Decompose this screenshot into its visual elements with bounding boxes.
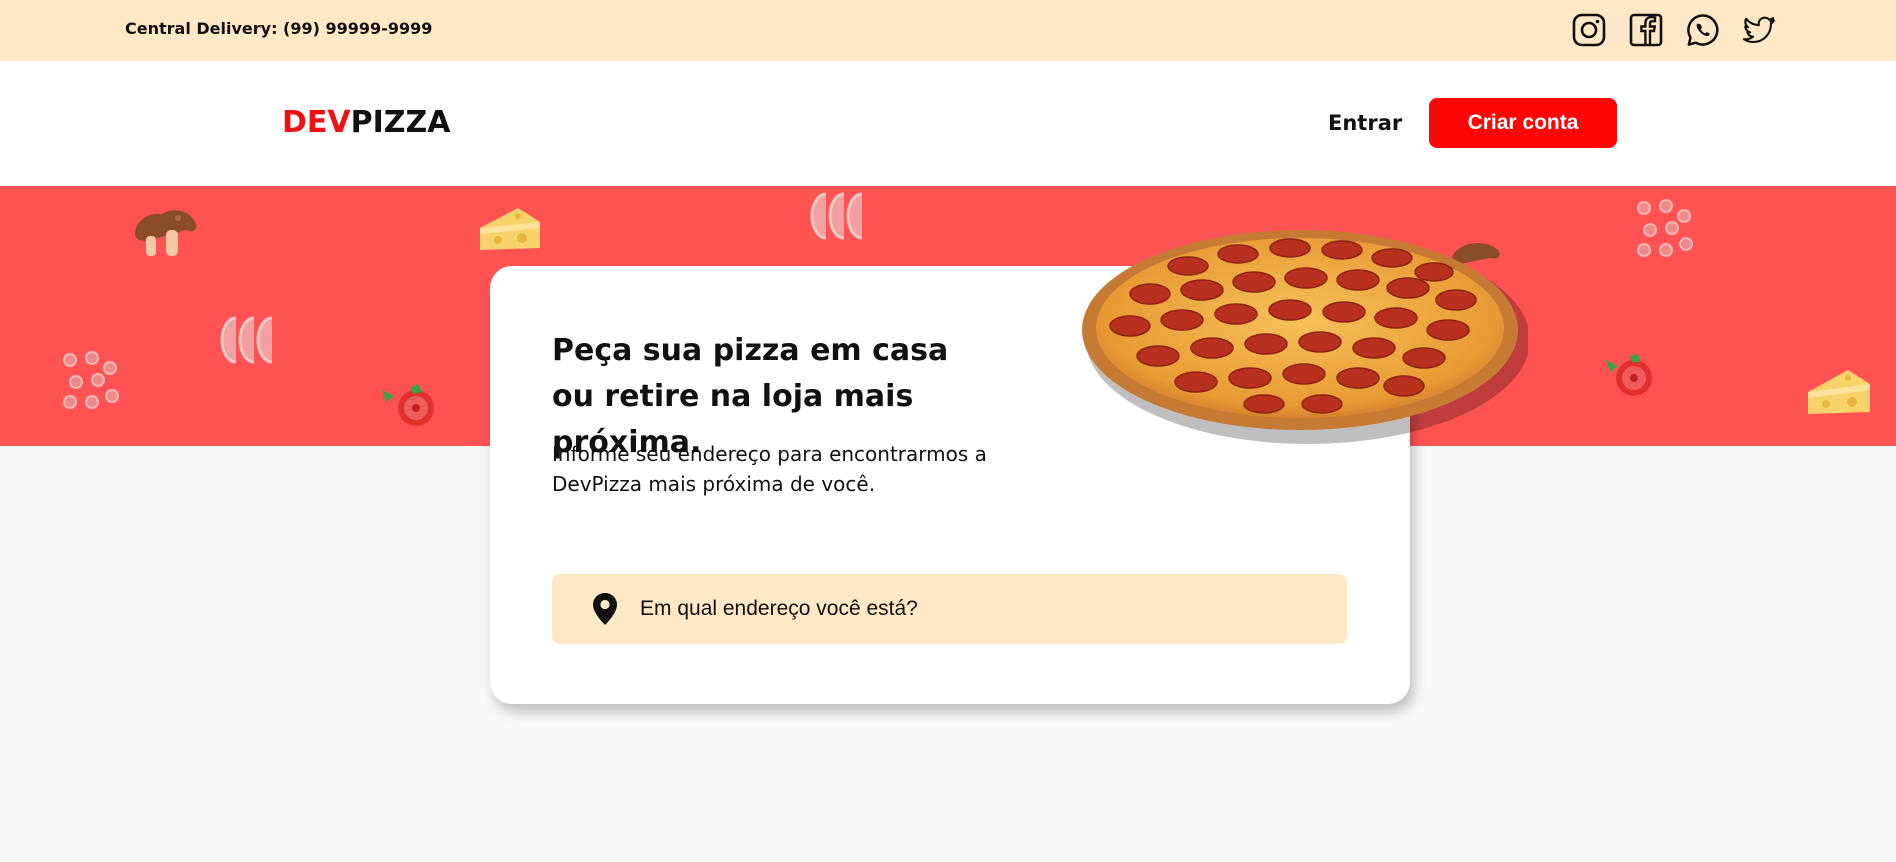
twitter-icon[interactable]: [1741, 12, 1777, 48]
delivery-phone: Central Delivery: (99) 99999-9999: [125, 19, 433, 38]
main-header: DEVPIZZA Entrar Criar conta: [0, 61, 1896, 186]
tomato-icon: [382, 384, 434, 426]
top-bar: Central Delivery: (99) 99999-9999: [0, 0, 1896, 61]
logo-pizza: PIZZA: [350, 105, 451, 140]
location-pin-icon: [593, 593, 617, 625]
cheese-icon: [480, 208, 540, 250]
pizza-image: [1082, 230, 1528, 444]
whatsapp-icon[interactable]: [1685, 12, 1721, 48]
facebook-icon[interactable]: [1628, 12, 1664, 48]
hero-subtitle: Informe seu endereço para encontrarmos a…: [552, 442, 987, 496]
instagram-icon[interactable]: [1571, 12, 1607, 48]
login-link[interactable]: Entrar: [1328, 111, 1402, 135]
signup-button[interactable]: Criar conta: [1429, 98, 1617, 148]
address-input[interactable]: [640, 574, 1320, 644]
salami-icon: [1637, 199, 1693, 257]
address-field[interactable]: [552, 574, 1347, 644]
logo-dev: DEV: [282, 105, 351, 140]
onion-icon: [810, 192, 863, 240]
onion-icon: [220, 316, 273, 364]
salami-icon: [63, 351, 119, 409]
cheese-icon: [1808, 370, 1870, 414]
tomato-icon: [1606, 354, 1652, 396]
logo[interactable]: DEVPIZZA: [282, 105, 451, 140]
mushroom-icon: [135, 210, 197, 256]
